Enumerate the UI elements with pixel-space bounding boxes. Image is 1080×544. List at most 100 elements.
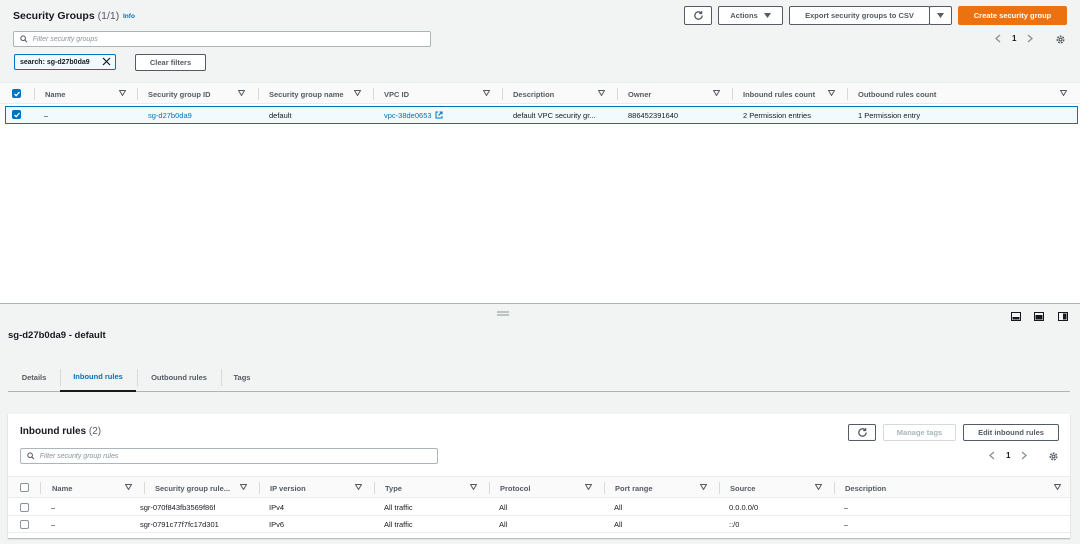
- cell-description: default VPC security gr...: [513, 110, 596, 120]
- info-link[interactable]: Info: [123, 13, 135, 20]
- refresh-icon: [857, 428, 867, 437]
- inbound-table-header: Name Security group rule... IP version T…: [8, 476, 1070, 498]
- actions-dropdown[interactable]: Actions: [718, 6, 783, 25]
- sort-icon: [1054, 484, 1061, 490]
- manage-tags-button[interactable]: Manage tags: [883, 424, 956, 441]
- cell-rule-id: sgr-0791c77f7fc17d301: [140, 520, 219, 529]
- settings-gear-icon[interactable]: [1055, 34, 1066, 45]
- rules-search-input[interactable]: [39, 452, 437, 460]
- page-title-count: (1/1): [97, 10, 120, 22]
- refresh-inbound-button[interactable]: [848, 424, 876, 441]
- cell-ip-version: IPv6: [269, 520, 285, 529]
- split-middle-icon[interactable]: [1034, 312, 1044, 321]
- cell-protocol: All: [499, 520, 508, 529]
- tab-tags[interactable]: Tags: [221, 363, 263, 391]
- cell-owner: 886452391640: [628, 110, 679, 120]
- sort-icon: [238, 90, 245, 96]
- settings-gear-icon[interactable]: [1048, 451, 1059, 462]
- filter-token: search: sg-d27b0da9: [14, 54, 116, 70]
- sort-icon: [483, 90, 490, 96]
- inbound-rules-count: (2): [88, 426, 102, 437]
- sort-icon: [585, 484, 592, 490]
- chevron-right-icon[interactable]: [1027, 34, 1034, 43]
- column-header-description[interactable]: Description: [845, 477, 1061, 499]
- security-group-id-link[interactable]: sg-d27b0da9: [148, 106, 192, 124]
- column-header-name[interactable]: Name: [45, 83, 126, 105]
- detail-title: sg-d27b0da9 - default: [8, 330, 106, 341]
- column-header-outbound-rules-count[interactable]: Outbound rules count: [858, 83, 1067, 105]
- manage-tags-label: Manage tags: [896, 428, 943, 437]
- tab-inbound-rules[interactable]: Inbound rules: [60, 363, 136, 392]
- cell-protocol: All: [499, 503, 508, 512]
- row-checkbox[interactable]: [20, 520, 29, 529]
- cell-source: ::/0: [729, 520, 740, 529]
- export-label: Export security groups to CSV: [805, 11, 914, 20]
- tab-details[interactable]: Details: [8, 363, 60, 391]
- create-security-group-button[interactable]: Create security group: [958, 6, 1067, 25]
- rules-search-field[interactable]: [20, 448, 438, 464]
- sort-icon: [598, 90, 605, 96]
- chevron-left-icon[interactable]: [989, 451, 995, 460]
- column-header-inbound-rules-count[interactable]: Inbound rules count: [743, 83, 835, 105]
- search-input[interactable]: [32, 35, 430, 43]
- select-all-checkbox[interactable]: [12, 89, 21, 98]
- tab-outbound-rules[interactable]: Outbound rules: [137, 363, 221, 391]
- sort-icon: [815, 484, 822, 490]
- close-icon[interactable]: [102, 57, 111, 66]
- edit-inbound-rules-label: Edit inbound rules: [978, 428, 1044, 437]
- export-options-dropdown[interactable]: [929, 6, 952, 25]
- rules-pagination: 1: [989, 451, 1028, 460]
- cell-source: 0.0.0.0/0: [729, 503, 759, 512]
- vpc-id-text: vpc-38de0653: [384, 110, 432, 120]
- column-header-vpc-id[interactable]: VPC ID: [384, 83, 490, 105]
- split-bottom-icon[interactable]: [1011, 312, 1021, 321]
- cell-outbound-rules-count: 1 Permission entry: [858, 110, 921, 120]
- column-header-owner[interactable]: Owner: [628, 83, 720, 105]
- table-header: Name Security group ID Security group na…: [0, 82, 1080, 104]
- sort-icon: [119, 90, 126, 96]
- cell-name: –: [51, 503, 56, 512]
- row-checkbox[interactable]: [12, 110, 21, 119]
- column-header-rule-id[interactable]: Security group rule...: [155, 477, 247, 499]
- chevron-left-icon[interactable]: [995, 34, 1001, 43]
- cell-name: –: [51, 520, 56, 529]
- cell-port-range: All: [614, 503, 623, 512]
- table-row[interactable]: – sgr-070f843fb3569f86f IPv4 All traffic…: [8, 499, 1070, 516]
- refresh-button[interactable]: [684, 6, 712, 25]
- clear-filters-button[interactable]: Clear filters: [135, 54, 206, 71]
- page-number[interactable]: 1: [1006, 451, 1010, 460]
- check-icon: [14, 91, 20, 97]
- column-header-port-range[interactable]: Port range: [615, 477, 707, 499]
- inbound-rules-heading: Inbound rules (2): [20, 426, 101, 437]
- check-icon: [14, 112, 20, 118]
- edit-inbound-rules-button[interactable]: Edit inbound rules: [963, 424, 1059, 441]
- table-row[interactable]: – sgr-0791c77f7fc17d301 IPv6 All traffic…: [8, 516, 1070, 533]
- sort-icon: [1060, 90, 1067, 96]
- chevron-right-icon[interactable]: [1021, 451, 1028, 460]
- cell-type: All traffic: [384, 503, 413, 512]
- column-header-type[interactable]: Type: [385, 477, 477, 499]
- split-side-icon[interactable]: [1058, 312, 1068, 321]
- column-header-name[interactable]: Name: [52, 477, 132, 499]
- column-header-security-group-name[interactable]: Security group name: [269, 83, 361, 105]
- row-checkbox[interactable]: [20, 503, 29, 512]
- column-header-security-group-id[interactable]: Security group ID: [148, 83, 245, 105]
- cell-ip-version: IPv4: [269, 503, 285, 512]
- resize-handle-icon[interactable]: [497, 311, 509, 316]
- actions-label: Actions: [730, 11, 758, 20]
- page-title-text: Security Groups: [13, 10, 95, 22]
- column-header-description[interactable]: Description: [513, 83, 605, 105]
- sort-icon: [125, 484, 132, 490]
- refresh-icon: [693, 11, 703, 20]
- page-number[interactable]: 1: [1012, 34, 1016, 43]
- search-field[interactable]: [13, 31, 431, 47]
- column-header-ip-version[interactable]: IP version: [270, 477, 362, 499]
- cell-description: –: [844, 503, 849, 512]
- column-header-source[interactable]: Source: [730, 477, 822, 499]
- vpc-id-link[interactable]: vpc-38de0653: [384, 106, 443, 124]
- select-all-checkbox[interactable]: [20, 483, 29, 492]
- caret-down-icon: [763, 13, 771, 18]
- export-csv-button[interactable]: Export security groups to CSV: [789, 6, 930, 25]
- search-icon: [20, 35, 28, 43]
- column-header-protocol[interactable]: Protocol: [500, 477, 592, 499]
